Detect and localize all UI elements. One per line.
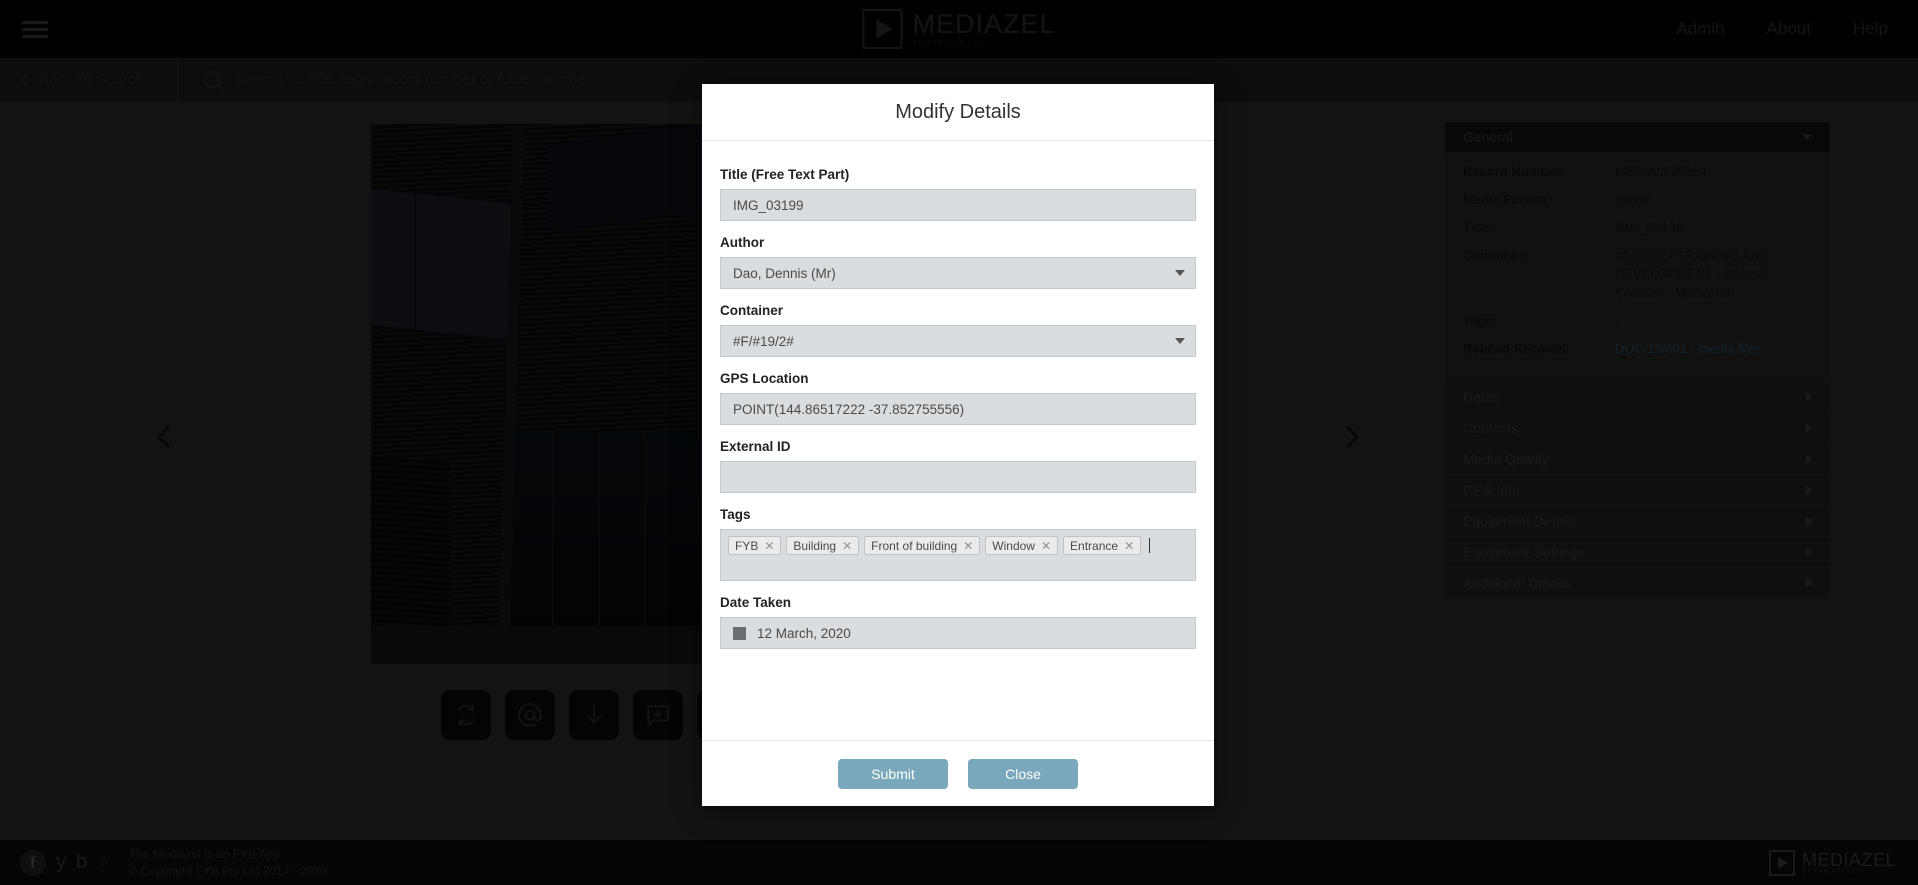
app-root: MEDIAZEL BY FYB PTY LTD Admin About Help… [0, 0, 1918, 885]
chevron-down-icon [1175, 270, 1185, 276]
author-value: Dao, Dennis (Mr) [733, 265, 836, 281]
date-taken-value: 12 March, 2020 [757, 625, 851, 641]
tag-label: Window [992, 538, 1035, 553]
tag-label: Entrance [1070, 538, 1119, 553]
gps-label: GPS Location [720, 371, 809, 386]
field-group-external-id: External ID [720, 439, 1196, 493]
text-cursor [1149, 538, 1151, 553]
field-group-gps: GPS Location POINT(144.86517222 -37.8527… [720, 371, 1196, 425]
date-taken-label: Date Taken [720, 595, 792, 610]
author-label: Author [720, 235, 765, 250]
tags-input[interactable]: FYB ✕ Building ✕ Front of building ✕ Win… [720, 529, 1196, 581]
external-id-input[interactable] [720, 461, 1196, 493]
tag-chip: Window ✕ [985, 536, 1059, 555]
field-group-tags: Tags FYB ✕ Building ✕ Front of building … [720, 507, 1196, 581]
modal-body: Title (Free Text Part) IMG_03199 Author … [702, 141, 1214, 740]
remove-tag-icon[interactable]: ✕ [1041, 540, 1051, 552]
container-value: #F/#19/2# [733, 333, 794, 349]
modal-title: Modify Details [895, 100, 1021, 123]
date-taken-input[interactable]: 12 March, 2020 [720, 617, 1196, 649]
remove-tag-icon[interactable]: ✕ [842, 540, 852, 552]
field-group-date-taken: Date Taken 12 March, 2020 [720, 595, 1196, 649]
modal-footer: Submit Close [702, 740, 1214, 806]
tag-label: FYB [735, 538, 759, 553]
chevron-down-icon [1175, 338, 1185, 344]
field-group-author: Author Dao, Dennis (Mr) [720, 235, 1196, 289]
external-id-label: External ID [720, 439, 791, 454]
calendar-icon [733, 626, 746, 640]
tag-chip: Front of building ✕ [864, 536, 981, 555]
title-input[interactable]: IMG_03199 [720, 189, 1196, 221]
tag-chip: Entrance ✕ [1063, 536, 1142, 555]
tags-label: Tags [720, 507, 751, 522]
container-label: Container [720, 303, 784, 318]
container-select[interactable]: #F/#19/2# [720, 325, 1196, 357]
tag-label: Building [793, 538, 837, 553]
gps-input[interactable]: POINT(144.86517222 -37.852755556) [720, 393, 1196, 425]
field-group-container: Container #F/#19/2# [720, 303, 1196, 357]
remove-tag-icon[interactable]: ✕ [1124, 540, 1134, 552]
author-select[interactable]: Dao, Dennis (Mr) [720, 257, 1196, 289]
submit-button[interactable]: Submit [838, 758, 948, 789]
modal-header: Modify Details [702, 84, 1214, 141]
field-group-title: Title (Free Text Part) IMG_03199 [720, 167, 1196, 221]
remove-tag-icon[interactable]: ✕ [963, 540, 973, 552]
close-button[interactable]: Close [968, 758, 1078, 789]
tag-chip: FYB ✕ [728, 536, 782, 555]
remove-tag-icon[interactable]: ✕ [764, 540, 774, 552]
modify-details-modal: Modify Details Title (Free Text Part) IM… [702, 84, 1214, 806]
tag-label: Front of building [871, 538, 958, 553]
title-label: Title (Free Text Part) [720, 167, 850, 182]
tag-chip: Building ✕ [786, 536, 860, 555]
